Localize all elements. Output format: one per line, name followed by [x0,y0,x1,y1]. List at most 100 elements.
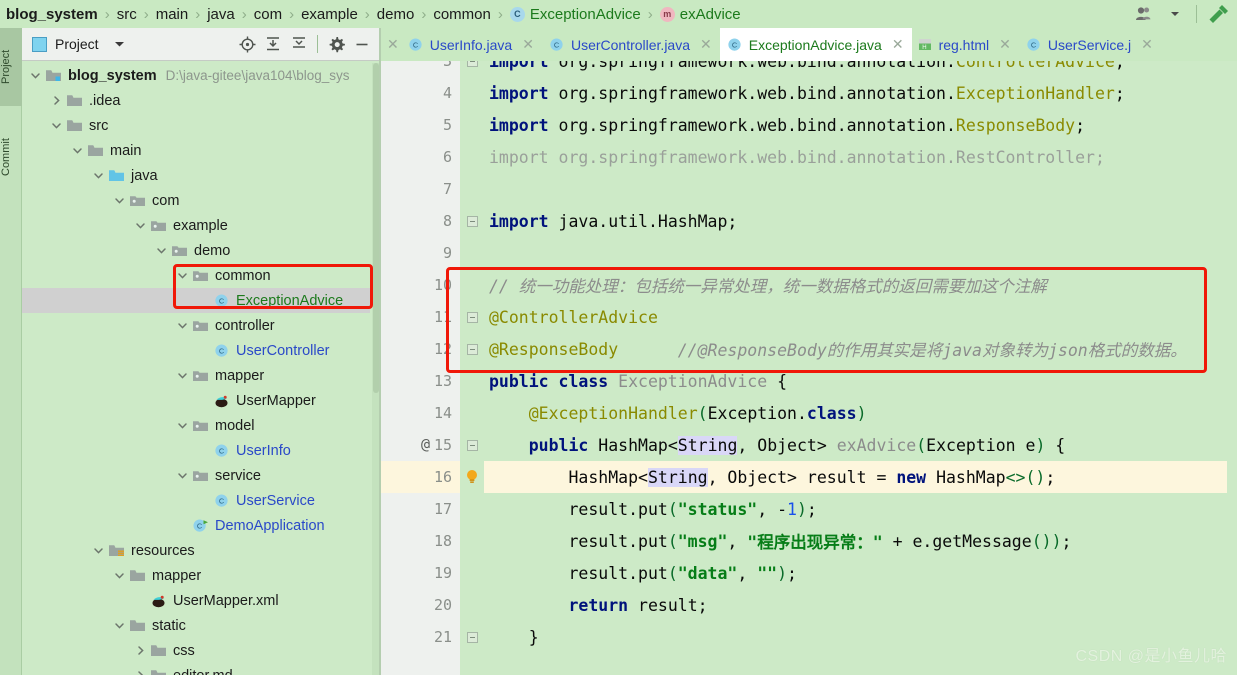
fold-gutter-cell[interactable] [460,525,484,557]
code-line-14[interactable]: 14 @ExceptionHandler(Exception. class) [381,397,1237,429]
chevron-right-icon[interactable] [133,644,147,658]
tree-node-mapper[interactable]: mapper [22,563,370,588]
tree-node-common[interactable]: common [22,263,370,288]
code-fold-icon[interactable] [466,631,478,643]
chevron-right-icon[interactable] [133,669,147,675]
fold-gutter-cell[interactable] [460,429,484,461]
tree-node-mapper[interactable]: mapper [22,363,370,388]
fold-gutter-cell[interactable] [460,205,484,237]
close-icon[interactable]: ✕ [999,36,1011,53]
code-line-5[interactable]: 5 import org.springframework.web.bind.ann… [381,109,1237,141]
fold-gutter-cell[interactable] [460,61,484,77]
breadcrumb-item-blog-system[interactable]: blog_system [6,6,98,23]
code-line-17[interactable]: 17 result.put("status", -1); [381,493,1237,525]
fold-gutter-cell[interactable] [460,141,484,173]
code-line-15[interactable]: 15 @ public HashMap< String, Object> exAdv… [381,429,1237,461]
chevron-down-icon[interactable] [175,319,189,333]
fold-gutter-cell[interactable] [460,461,484,493]
breadcrumb-item-main[interactable]: main [156,6,189,23]
tree-node-usermapper-xml[interactable]: UserMapper.xml [22,588,370,613]
chevron-down-icon[interactable] [175,419,189,433]
code-fold-icon[interactable] [466,215,478,227]
fold-gutter-cell[interactable] [460,109,484,141]
code-fold-icon[interactable] [466,439,478,451]
tree-node-demo[interactable]: demo [22,238,370,263]
fold-gutter-cell[interactable] [460,557,484,589]
code-line-20[interactable]: 20 return result; [381,589,1237,621]
chevron-down-icon[interactable] [28,69,42,83]
tree-node-userservice[interactable]: C UserService [22,488,370,513]
tree-node-demoapplication[interactable]: C DemoApplication [22,513,370,538]
fold-gutter-cell[interactable] [460,397,484,429]
annotation-gutter-marker[interactable]: @ [421,435,430,453]
fold-gutter-cell[interactable] [460,301,484,333]
chevron-down-icon[interactable] [112,619,126,633]
tree-node-example[interactable]: example [22,213,370,238]
fold-gutter-cell[interactable] [460,589,484,621]
fold-gutter-cell[interactable] [460,269,484,301]
code-line-16[interactable]: 16 HashMap< String, Object> result = new … [381,461,1237,493]
fold-gutter-cell[interactable] [460,621,484,653]
tree-node-css[interactable]: css [22,638,370,663]
chevron-down-icon[interactable] [91,169,105,183]
code-editor[interactable]: 3 import org.springframework.web.bind.ann… [381,61,1237,675]
tree-node-java[interactable]: java [22,163,370,188]
close-icon[interactable]: ✕ [1141,36,1153,53]
user-account-icon[interactable] [1132,2,1158,26]
code-line-13[interactable]: 13 public class ExceptionAdvice { [381,365,1237,397]
code-line-11[interactable]: 11 @ControllerAdvice [381,301,1237,333]
fold-gutter-cell[interactable] [460,333,484,365]
fold-gutter-cell[interactable] [460,173,484,205]
chevron-down-icon[interactable] [175,269,189,283]
breadcrumb-item-src[interactable]: src [117,6,137,23]
tree-node-main[interactable]: main [22,138,370,163]
code-line-19[interactable]: 19 result.put("data", ""); [381,557,1237,589]
chevron-down-icon[interactable] [112,194,126,208]
breadcrumb-item-com[interactable]: com [254,6,282,23]
tree-node--idea[interactable]: .idea [22,88,370,113]
tree-node-src[interactable]: src [22,113,370,138]
editor-tab-userinfo-java[interactable]: ✕ C UserInfo.java ✕ [381,28,542,61]
fold-gutter-cell[interactable] [460,77,484,109]
code-line-4[interactable]: 4 import org.springframework.web.bind.ann… [381,77,1237,109]
editor-tab-userservice-j[interactable]: C UserService.j ✕ [1019,28,1161,61]
breadcrumb-item-common[interactable]: common [433,6,491,23]
code-line-10[interactable]: 10 // 统一功能处理：包括统一异常处理，统一数据格式的返回需要加这个注解 [381,269,1237,301]
chevron-down-icon[interactable] [154,244,168,258]
chevron-down-icon[interactable] [175,469,189,483]
minimize-icon[interactable] [350,32,374,56]
breadcrumb-item-java[interactable]: java [207,6,235,23]
tool-tab-project[interactable]: Project [0,28,22,106]
breadcrumb-item-exadvice[interactable]: m exAdvice [659,6,741,23]
code-line-18[interactable]: 18 result.put("msg", "程序出现异常：" + e.getMe… [381,525,1237,557]
code-line-6[interactable]: 6 import org.springframework.web.bind.ann… [381,141,1237,173]
code-lines[interactable]: 3 import org.springframework.web.bind.ann… [381,61,1237,653]
close-icon[interactable]: ✕ [700,36,712,53]
close-icon[interactable]: ✕ [387,36,399,53]
build-hammer-icon[interactable] [1205,2,1231,26]
code-line-8[interactable]: 8 import java.util.HashMap; [381,205,1237,237]
fold-gutter-cell[interactable] [460,365,484,397]
tree-node-blog-system[interactable]: blog_system D:\java-gitee\java104\blog_sy… [22,63,370,88]
chevron-down-icon[interactable] [112,569,126,583]
tree-node-service[interactable]: service [22,463,370,488]
tree-node-com[interactable]: com [22,188,370,213]
breadcrumb-item-exceptionadvice[interactable]: C ExceptionAdvice [509,6,641,23]
editor-tab-exceptionadvice-java[interactable]: C ExceptionAdvice.java ✕ [719,28,912,61]
project-tree[interactable]: blog_system D:\java-gitee\java104\blog_sy… [22,61,370,675]
tree-node-static[interactable]: static [22,613,370,638]
tool-tab-commit[interactable]: Commit [0,114,22,200]
tree-node-usermapper[interactable]: UserMapper [22,388,370,413]
gear-icon[interactable] [324,32,348,56]
editor-tab-usercontroller-java[interactable]: C UserController.java ✕ [542,28,720,61]
breadcrumb-item-demo[interactable]: demo [377,6,415,23]
tree-node-model[interactable]: model [22,413,370,438]
code-line-3[interactable]: 3 import org.springframework.web.bind.ann… [381,61,1237,77]
close-icon[interactable]: ✕ [892,36,904,53]
chevron-down-icon[interactable] [91,544,105,558]
chevron-down-icon[interactable] [70,144,84,158]
code-line-7[interactable]: 7 [381,173,1237,205]
chevron-down-icon[interactable] [175,369,189,383]
tree-node-usercontroller[interactable]: C UserController [22,338,370,363]
editor-tab-reg-html[interactable]: Hreg.html ✕ [912,28,1019,61]
